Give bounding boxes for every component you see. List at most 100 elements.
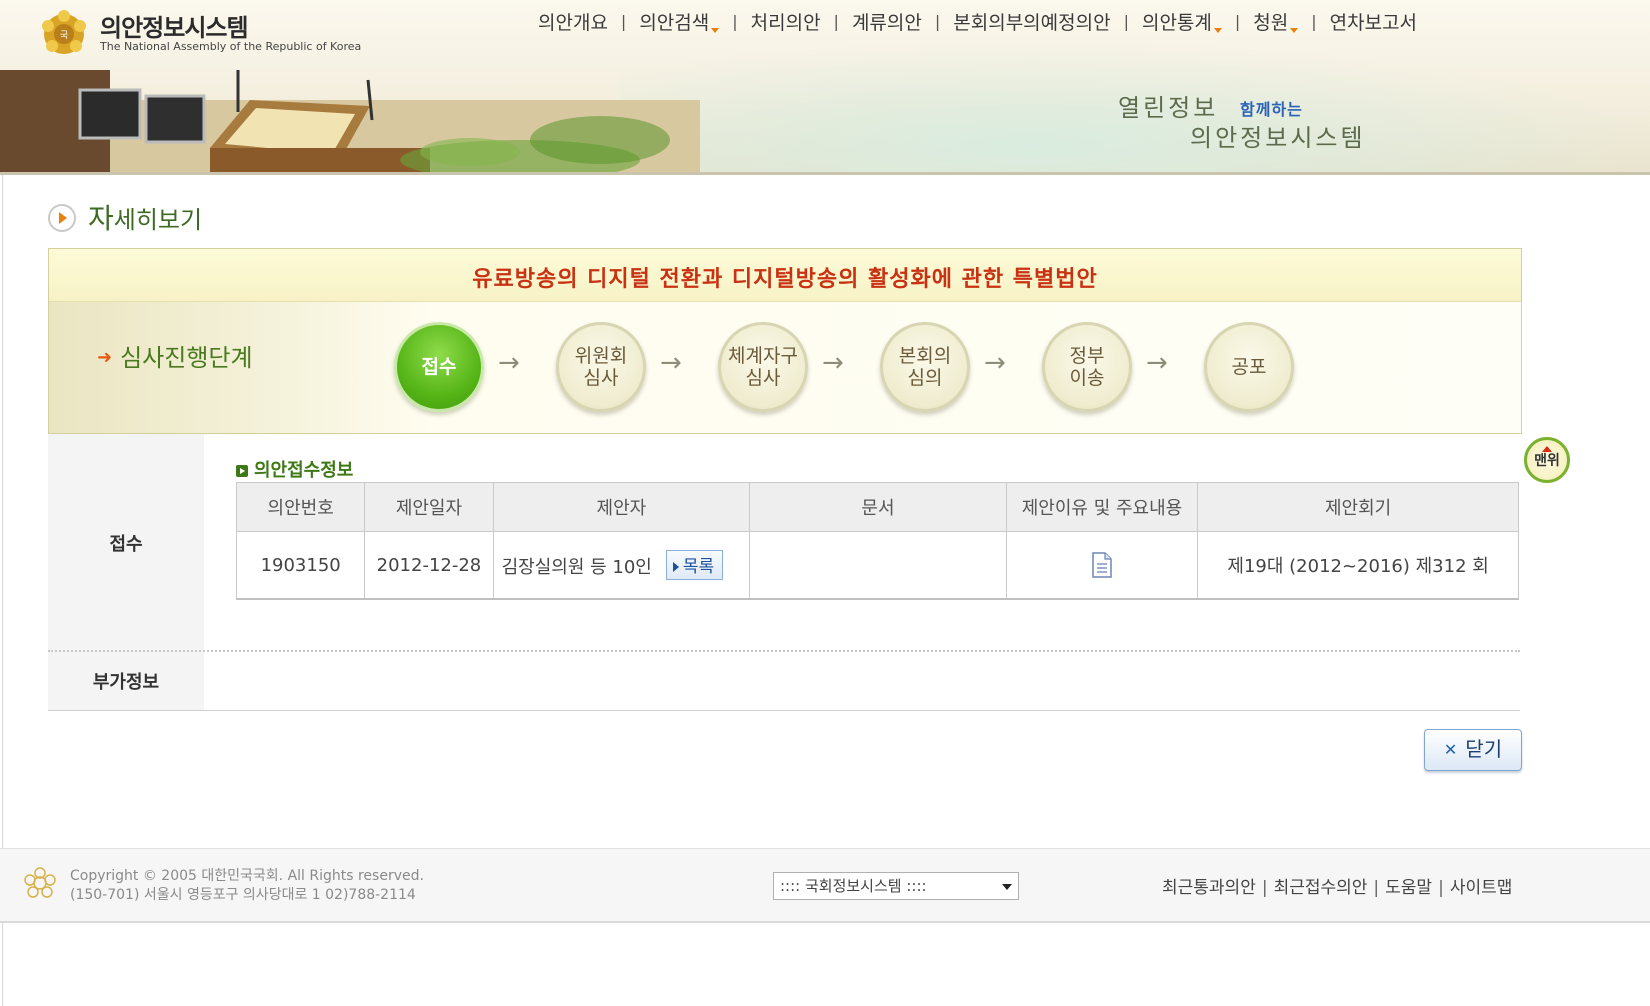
nav-item-label: 계류의안 [851,11,922,34]
nav-item-7[interactable]: 연차보고서 [1317,8,1430,35]
step-arrow-icon: → [984,348,1006,378]
dotted-divider [48,650,1520,652]
page-title-first: 자 [88,202,114,235]
cell-reason [1005,531,1199,600]
step-label-line2: 심사 [745,367,781,389]
footer-link-0[interactable]: 최근통과의안 [1162,878,1256,898]
nav-item-2[interactable]: 처리의안 [738,8,834,35]
page-title-rest: 세히보기 [113,206,203,234]
step-2: 체계자구 심사 [718,322,808,412]
svg-text:국: 국 [60,30,68,41]
site-select[interactable]: :::: 국회정보시스템 :::: [773,872,1019,900]
section-title-text: 의안접수정보 [254,460,354,481]
close-button-label: 닫기 [1465,737,1503,761]
step-label-line1: 본회의 [898,345,952,367]
site-select-value: :::: 국회정보시스템 :::: [780,877,927,895]
nav-item-label: 처리의안 [750,11,821,34]
footer-link-separator: | [1261,878,1268,898]
caret-down-icon [711,27,720,33]
footer-link-separator: | [1438,878,1444,898]
caret-down-icon [1213,27,1222,33]
nav-item-5[interactable]: 의안통계 [1129,8,1235,35]
nav-item-4[interactable]: 본회의부의예정의안 [940,8,1123,35]
copyright-line2: (150-701) 서울시 영등포구 의사당대로 1 02)788-2114 [70,887,416,903]
cell-document [749,531,1007,600]
play-triangle-icon [672,562,679,572]
section-bottom-line [48,710,1520,711]
step-arrow-icon: → [822,348,844,378]
footer-links: 최근통과의안 | 최근접수의안 | 도움말 | 사이트맵 [1162,873,1512,898]
title-arrow-icon [48,204,76,232]
col-reason: 제안이유 및 주요내용 [1005,482,1199,532]
main-nav: 의안개요 | 의안검색 | 처리의안 | 계류의안 | 본회의부의예정의안 | 의안통계 | 청원 | 연차… [525,8,1430,34]
footer-emblem-icon [24,867,56,898]
step-label-line2: 심의 [907,367,943,389]
footer-link-2[interactable]: 도움말 [1385,878,1432,898]
desk-illustration [0,70,700,172]
bill-title-bar: 유료방송의 디지털 전환과 디지털방송의 활성화에 관한 특별법안 [49,249,1521,302]
section-bullet-icon [236,465,248,477]
step-label: 접수 [422,356,457,378]
cell-session: 제19대 (2012~2016) 제312 회 [1197,531,1519,600]
copyright-line1: Copyright © 2005 대한민국국회. All Rights rese… [70,868,424,884]
copyright: Copyright © 2005 대한민국국회. All Rights rese… [70,867,424,905]
national-assembly-emblem-icon[interactable]: 국 [38,6,90,58]
step-label-line1: 정부 [1069,345,1105,367]
step-label-line2: 심사 [583,367,619,389]
step-5: 공포 [1204,322,1294,412]
cell-bill-no: 1903150 [235,531,366,600]
footer-link-3[interactable]: 사이트맵 [1450,878,1513,898]
step-4: 정부 이송 [1042,322,1132,412]
bill-title: 유료방송의 디지털 전환과 디지털방송의 활성화에 관한 특별법안 [472,267,1098,292]
cell-proposer: 김장실의원 등 10인 목록 [492,531,751,600]
step-label: 본회의 심의 [899,345,951,389]
nav-item-3[interactable]: 계류의안 [839,8,935,35]
nav-item-label: 의안개요 [538,11,608,34]
step-label-line1: 접수 [421,356,457,378]
slogan-small: 함께하는 [1240,100,1303,119]
footer-link-1[interactable]: 최근접수의안 [1274,878,1368,898]
nav-item-1[interactable]: 의안검색 [626,8,732,35]
section-title: 의안접수정보 [236,456,353,482]
step-label: 체계자구 심사 [728,345,798,389]
side-label-receipt: 접수 [109,534,143,555]
nav-item-label: 연차보고서 [1329,11,1418,34]
step-arrow-icon: → [1146,348,1168,378]
step-label-line1: 위원회 [574,345,628,367]
nav-item-label: 본회의부의예정의안 [953,11,1111,34]
list-button-label: 목록 [682,557,715,577]
receipt-table: 의안번호 제안일자 제안자 문서 제안이유 및 주요내용 제안회기 190315… [235,482,1519,600]
up-triangle-icon [1542,446,1552,452]
col-date: 제안일자 [364,482,494,532]
stage-arrow-icon: ➜ [97,347,113,368]
site-title[interactable]: 의안정보시스템 [100,8,249,43]
footer: Copyright © 2005 대한민국국회. All Rights rese… [0,848,1650,923]
footer-link-separator: | [1373,878,1380,898]
stage-label-text: 심사진행단계 [120,344,253,372]
side-label-extra: 부가정보 [92,672,160,693]
stage-label: ➜ 심사진행단계 [97,338,253,373]
step-label-line1: 체계자구 [728,345,798,367]
step-label: 위원회 심사 [575,345,627,389]
step-label-line2: 이송 [1069,367,1105,389]
step-arrow-icon: → [660,348,682,378]
step-0: 접수 [394,322,484,412]
proposer-text: 김장실의원 등 10인 [501,557,652,578]
col-session: 제안회기 [1197,482,1519,532]
list-button[interactable]: 목록 [665,550,724,580]
top-button[interactable]: 맨위 [1524,437,1570,483]
step-label: 정부 이송 [1070,345,1105,389]
nav-item-6[interactable]: 청원 [1240,8,1311,35]
slogan-line2: 의안정보시스템 [1190,124,1366,152]
nav-item-0[interactable]: 의안개요 [525,8,621,35]
stage-area: ➜ 심사진행단계 접수 → 위원회 심사 → 체계자구 심사 → 본회의 심의 → 정부 이송 → 공포 [49,302,1521,433]
site-subtitle: The National Assembly of the Republic of… [100,40,362,53]
top-button-label: 맨위 [1534,453,1560,469]
bill-box: 유료방송의 디지털 전환과 디지털방송의 활성화에 관한 특별법안 ➜ 심사진행단… [48,248,1522,434]
table-header-row: 의안번호 제안일자 제안자 문서 제안이유 및 주요내용 제안회기 [235,482,1519,532]
nav-item-label: 청원 [1253,11,1289,34]
close-button[interactable]: ✕ 닫기 [1424,729,1522,771]
document-icon[interactable] [1091,552,1113,578]
step-label: 공포 [1232,356,1267,378]
page-title: 자세히보기 [88,197,202,237]
